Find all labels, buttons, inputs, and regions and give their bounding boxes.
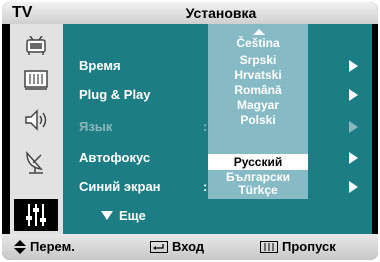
- up-down-arrows-icon: [14, 240, 26, 254]
- speaker-icon[interactable]: [14, 104, 58, 136]
- separator-colon: :: [203, 119, 208, 134]
- language-option-selected[interactable]: Русский: [208, 154, 308, 170]
- settings-sliders-icon[interactable]: [14, 199, 58, 231]
- skip-label: Пропуск: [282, 239, 336, 254]
- submenu-arrow-icon: [349, 121, 358, 133]
- tv-label: TV: [12, 4, 33, 21]
- osd-window: TV Установка Время Plug & Play Язык: Ав…: [2, 2, 378, 260]
- language-option[interactable]: Polski: [208, 114, 308, 126]
- page-title: Установка: [185, 5, 257, 21]
- help-bar: Перем. Вход Пропуск: [2, 234, 378, 260]
- submenu-arrow-icon: [349, 152, 358, 164]
- language-option[interactable]: Hrvatski: [208, 69, 308, 81]
- category-sidebar: [10, 24, 63, 234]
- language-option[interactable]: Türkçe: [208, 184, 308, 196]
- header-bar: TV Установка: [2, 2, 378, 24]
- enter-key-icon: [150, 241, 168, 253]
- language-dropdown[interactable]: Čeština Srpski Hrvatski Română Magyar Po…: [208, 24, 308, 199]
- picture-grid-icon[interactable]: [14, 64, 58, 96]
- submenu-arrow-icon: [349, 181, 358, 193]
- skip-hint: Пропуск: [260, 234, 336, 260]
- enter-hint: Вход: [150, 234, 204, 260]
- submenu-arrow-icon: [349, 60, 358, 72]
- enter-label: Вход: [172, 239, 205, 254]
- language-option[interactable]: Srpski: [208, 54, 308, 66]
- menu-item-time[interactable]: Время: [79, 53, 121, 79]
- move-hint: Перем.: [14, 234, 75, 260]
- menu-item-autofocus[interactable]: Автофокус: [79, 145, 150, 171]
- language-option[interactable]: Български: [208, 171, 308, 183]
- scroll-down-icon: [101, 211, 113, 220]
- setup-menu-panel: Время Plug & Play Язык : Автофокус Синий…: [63, 24, 372, 234]
- language-option[interactable]: Čeština: [208, 37, 308, 49]
- menu-item-language[interactable]: Язык: [79, 114, 112, 140]
- menu-item-plug-and-play[interactable]: Plug & Play: [79, 82, 151, 108]
- menu-key-icon: [260, 241, 278, 253]
- scroll-up-icon[interactable]: [253, 29, 265, 35]
- satellite-dish-icon[interactable]: [14, 146, 58, 178]
- more-items-button[interactable]: Еще: [119, 205, 146, 227]
- submenu-arrow-icon: [349, 89, 358, 101]
- tv-antenna-icon[interactable]: [14, 30, 58, 62]
- move-label: Перем.: [30, 239, 75, 254]
- language-option[interactable]: Magyar: [208, 99, 308, 111]
- menu-item-blue-screen[interactable]: Синий экран: [79, 174, 161, 200]
- language-option[interactable]: Română: [208, 84, 308, 96]
- separator-colon: :: [203, 179, 208, 194]
